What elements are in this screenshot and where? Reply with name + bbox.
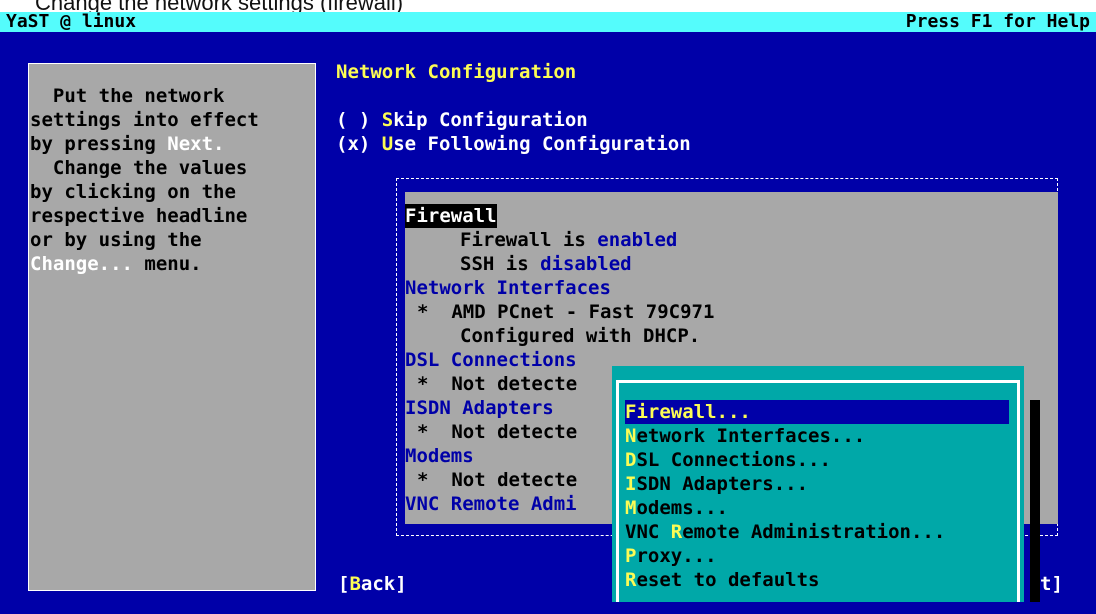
help-hint: Press F1 for Help bbox=[905, 12, 1090, 32]
summary-modems-item: * Not detecte bbox=[417, 469, 578, 491]
summary-ssh-status: SSH is disabled bbox=[460, 253, 632, 275]
title-bar: YaST @ linux Press F1 for Help bbox=[0, 12, 1096, 32]
summary-firewall-status: Firewall is enabled bbox=[460, 229, 678, 251]
menu-item-proxy[interactable]: Proxy... bbox=[625, 544, 1009, 568]
help-line-7: or by using the bbox=[30, 229, 202, 251]
back-button[interactable]: [Back] bbox=[338, 572, 407, 596]
summary-network-interface-item: * AMD PCnet - Fast 79C971 bbox=[417, 301, 715, 323]
radio-skip-configuration[interactable]: ( ) Skip Configuration bbox=[336, 108, 588, 132]
app-title: YaST @ linux bbox=[6, 12, 137, 32]
menu-item-reset-to-defaults[interactable]: Reset to defaults bbox=[625, 568, 1009, 592]
help-line-6: respective headline bbox=[30, 205, 248, 227]
summary-firewall-header[interactable]: Firewall bbox=[405, 204, 497, 228]
menu-item-vnc-remote-administration[interactable]: VNC Remote Administration... bbox=[625, 520, 1009, 544]
help-next-word: Next. bbox=[167, 133, 225, 155]
summary-network-interface-detail: Configured with DHCP. bbox=[460, 325, 701, 347]
help-line-5: by clicking on the bbox=[30, 181, 236, 203]
summary-dsl-item: * Not detecte bbox=[417, 373, 578, 395]
help-line-2: settings into effect bbox=[30, 109, 259, 131]
help-line-1: Put the network bbox=[30, 85, 225, 107]
menu-item-network-interfaces[interactable]: Network Interfaces... bbox=[625, 424, 1009, 448]
help-change-word: Change... bbox=[30, 253, 133, 275]
help-line-3: by pressing Next. bbox=[30, 133, 225, 155]
page-title: Network Configuration bbox=[336, 61, 577, 83]
summary-scrollbar[interactable] bbox=[1052, 192, 1058, 524]
help-line-8: Change... menu. bbox=[30, 253, 202, 275]
popup-shadow bbox=[1030, 400, 1040, 602]
next-button[interactable]: t] bbox=[1040, 572, 1063, 596]
menu-item-modems[interactable]: Modems... bbox=[625, 496, 1009, 520]
summary-isdn-header[interactable]: ISDN Adapters bbox=[405, 396, 554, 420]
summary-isdn-item: * Not detecte bbox=[417, 421, 578, 443]
menu-item-isdn-adapters[interactable]: ISDN Adapters... bbox=[625, 472, 1009, 496]
menu-item-firewall[interactable]: Firewall... bbox=[625, 400, 1009, 424]
summary-network-interfaces-header[interactable]: Network Interfaces bbox=[405, 276, 611, 300]
menu-item-dsl-connections[interactable]: DSL Connections... bbox=[625, 448, 1009, 472]
summary-vnc-header[interactable]: VNC Remote Admi bbox=[405, 492, 577, 516]
radio-use-following-configuration[interactable]: (x) Use Following Configuration bbox=[336, 132, 691, 156]
yast-screen: YaST @ linux Press F1 for Help Put the n… bbox=[0, 12, 1096, 614]
help-line-4: Change the values bbox=[30, 157, 248, 179]
summary-modems-header[interactable]: Modems bbox=[405, 444, 474, 468]
summary-dsl-header[interactable]: DSL Connections bbox=[405, 348, 577, 372]
